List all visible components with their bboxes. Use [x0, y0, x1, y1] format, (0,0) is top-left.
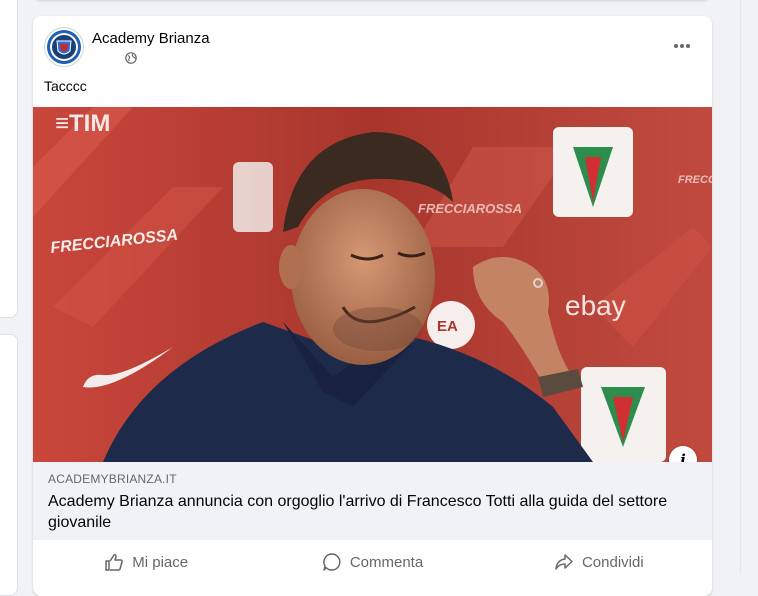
svg-text:EA: EA [437, 318, 458, 335]
like-label: Mi piace [132, 553, 189, 571]
page-avatar[interactable] [44, 27, 84, 67]
comment-label: Commenta [349, 553, 424, 571]
post-text: Tacccc [44, 78, 87, 94]
left-sidebar-card-lower [0, 334, 18, 596]
post-actions: Mi piace Commenta Condividi [33, 540, 712, 584]
svg-text:ebay: ebay [565, 290, 626, 321]
comment-button[interactable]: Commenta [259, 540, 485, 584]
svg-text:FRECC: FRECC [678, 174, 712, 186]
right-rail [740, 0, 758, 573]
post-photo[interactable]: ≡TIM FRECCIAROSSA FRECCIAROSSA FRECC eba… [33, 107, 712, 462]
feed-post: Academy Brianza Tacccc ≡TIM FRECCIAROSSA… [33, 16, 712, 596]
more-options-icon[interactable] [670, 36, 694, 56]
page-name[interactable]: Academy Brianza [92, 30, 210, 47]
svg-text:≡TIM: ≡TIM [55, 110, 110, 137]
globe-icon [125, 52, 137, 64]
share-button[interactable]: Condividi [486, 540, 712, 584]
photo-illustration: ≡TIM FRECCIAROSSA FRECCIAROSSA FRECC eba… [33, 107, 712, 462]
link-domain: ACADEMYBRIANZA.IT [48, 472, 177, 486]
share-label: Condividi [581, 553, 644, 571]
academy-brianza-logo-icon [47, 30, 81, 64]
like-button[interactable]: Mi piace [33, 540, 259, 584]
svg-text:FRECCIAROSSA: FRECCIAROSSA [418, 201, 522, 216]
left-sidebar-card [0, 0, 18, 318]
thumbs-up-icon [105, 554, 124, 571]
comment-icon [322, 553, 341, 571]
link-title[interactable]: Academy Brianza annuncia con orgoglio l'… [48, 491, 688, 533]
share-icon [555, 554, 573, 570]
link-preview[interactable]: ACADEMYBRIANZA.IT Academy Brianza annunc… [33, 462, 712, 540]
